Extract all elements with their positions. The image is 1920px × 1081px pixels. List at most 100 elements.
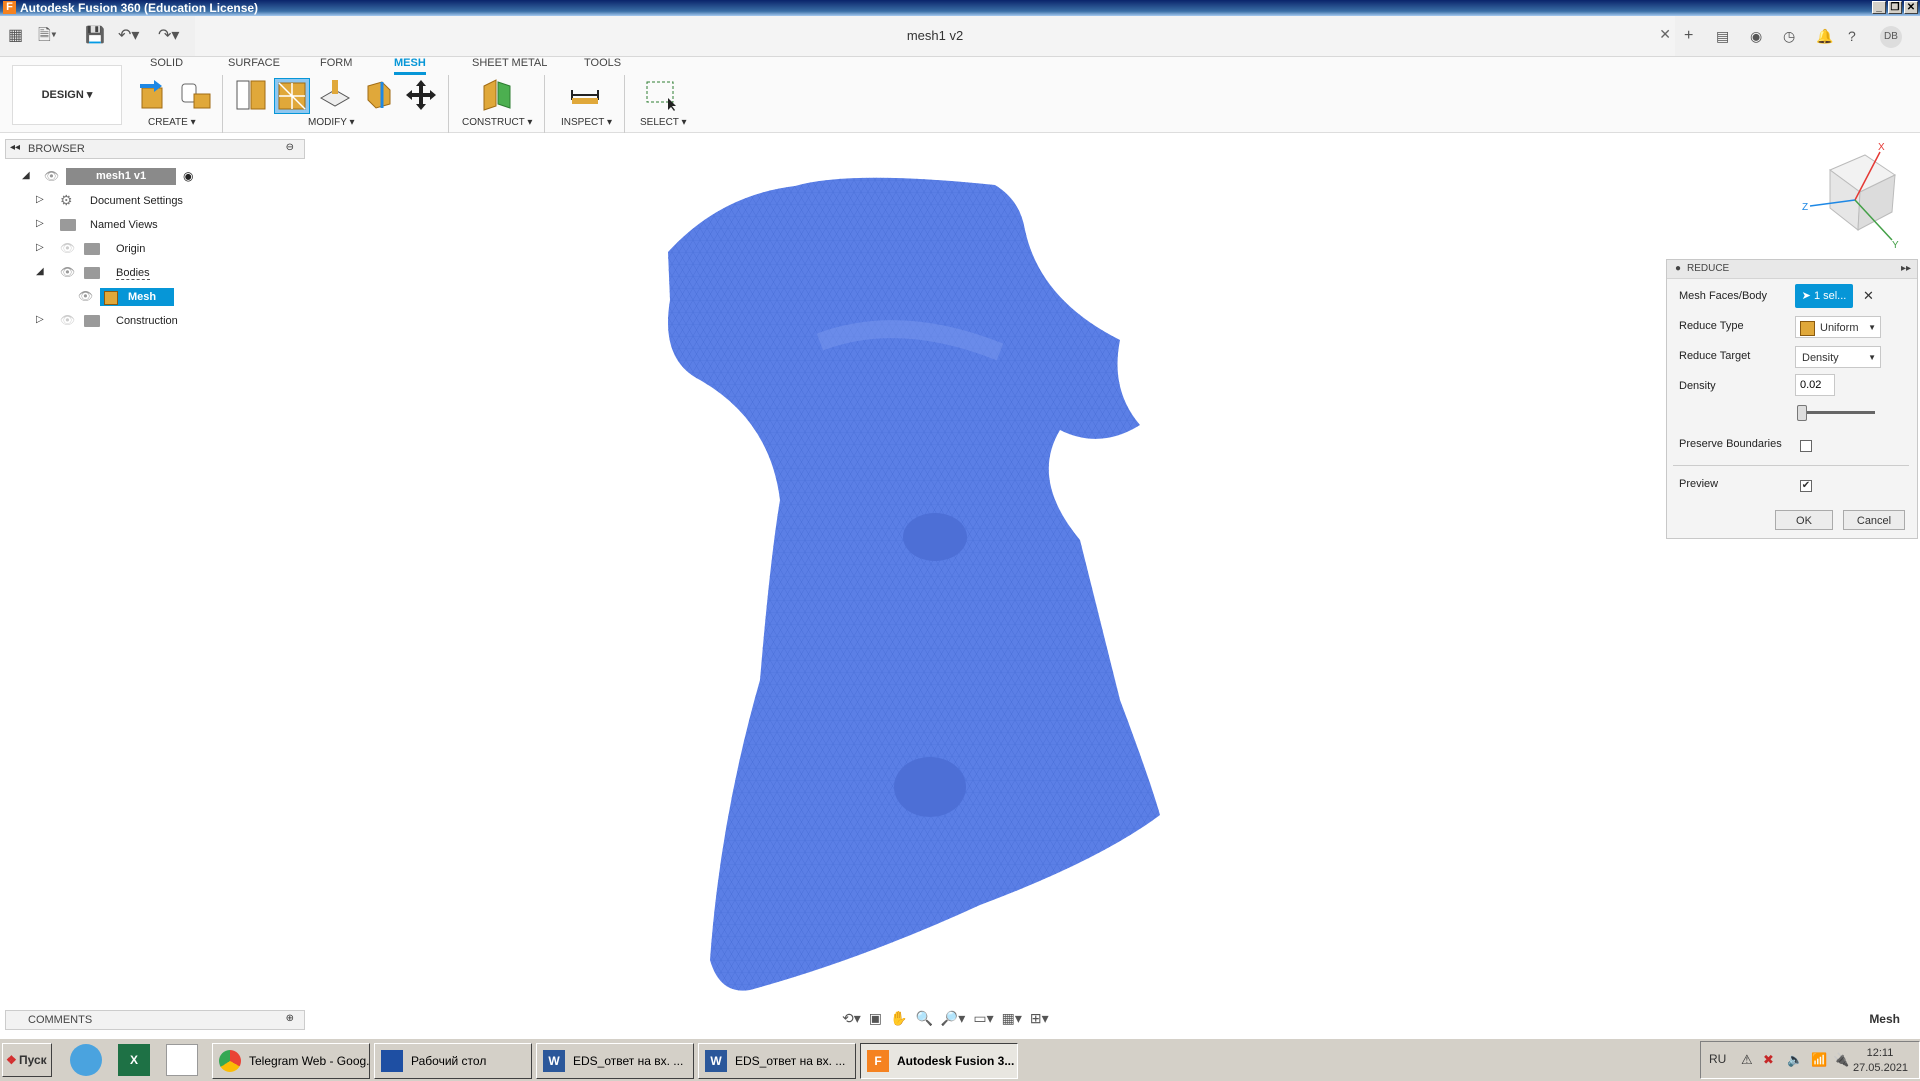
fit-icon[interactable]: 🔎▾ — [941, 1010, 965, 1027]
taskbar-chrome-telegram[interactable]: Telegram Web - Goog... — [212, 1043, 370, 1079]
tab-tools[interactable]: TOOLS — [584, 57, 621, 69]
system-tray: RU ⚠ ✖ 🔈 📶 🔌 12:11 27.05.2021 — [1700, 1041, 1920, 1079]
clock-time: 12:11 — [1866, 1047, 1894, 1059]
ok-button[interactable]: OK — [1775, 510, 1833, 530]
start-button[interactable]: ❖ Пуск — [2, 1043, 52, 1077]
volume-icon[interactable]: 🔈 — [1787, 1052, 1803, 1068]
construct-plane-icon[interactable] — [480, 78, 514, 112]
cursor-icon: ➤ — [1801, 290, 1811, 302]
canvas-viewport[interactable] — [0, 132, 1920, 1002]
viewports-icon[interactable]: ⊞▾ — [1030, 1010, 1049, 1027]
view-cube[interactable]: Z X Y — [1800, 140, 1910, 250]
close-tab-icon[interactable]: ✕ — [1659, 26, 1671, 43]
mesh-faces-label: Mesh Faces/Body — [1679, 290, 1768, 302]
taskbar-word-1[interactable]: W EDS_ответ на вх. ... — [536, 1043, 694, 1079]
help-icon[interactable]: ? — [1848, 26, 1856, 46]
clear-selection-icon[interactable]: ✕ — [1863, 288, 1874, 304]
mesh-body[interactable] — [668, 177, 1160, 991]
mesh-selection-button[interactable]: ➤ 1 sel... — [1795, 284, 1853, 308]
power-icon[interactable]: 🔌 — [1833, 1052, 1849, 1068]
chevron-down-icon: ▼ — [1868, 353, 1876, 362]
document-tab[interactable]: mesh1 v2 ✕ — [195, 16, 1675, 56]
measure-icon[interactable] — [568, 78, 602, 112]
window-select-icon[interactable] — [644, 78, 678, 112]
add-comment-icon[interactable]: ⊕ — [286, 1013, 294, 1024]
modify-group-label[interactable]: MODIFY ▾ — [308, 117, 355, 128]
internet-explorer-icon[interactable] — [70, 1044, 102, 1076]
window-title: Autodesk Fusion 360 (Education License) — [20, 1, 259, 15]
face-group-icon[interactable] — [362, 78, 396, 112]
minimize-button[interactable]: _ — [1872, 1, 1886, 14]
mesh-hole — [894, 757, 966, 817]
reduce-mesh-icon[interactable] — [274, 78, 310, 114]
workspace-label: DESIGN — [41, 89, 84, 101]
inspect-group-label[interactable]: INSPECT ▾ — [561, 117, 612, 128]
reduce-dialog-header[interactable]: ● REDUCE ▸▸ — [1667, 260, 1917, 279]
density-label: Density — [1679, 380, 1716, 392]
density-slider-track[interactable] — [1797, 411, 1875, 414]
documents-icon[interactable] — [166, 1044, 198, 1076]
uniform-icon — [1800, 321, 1815, 336]
clock-icon[interactable]: ◷ — [1783, 26, 1795, 46]
network-icon[interactable]: 📶 — [1811, 1052, 1827, 1068]
clock[interactable]: 12:11 27.05.2021 — [1853, 1046, 1908, 1076]
look-at-icon[interactable]: ▣ — [869, 1010, 882, 1027]
tab-mesh[interactable]: MESH — [394, 57, 426, 75]
zoom-icon[interactable]: 🔍 — [915, 1010, 932, 1027]
notifications-icon[interactable]: 🔔 — [1816, 26, 1833, 46]
ribbon-divider — [448, 75, 449, 133]
taskbar-desktop[interactable]: Рабочий стол — [374, 1043, 532, 1079]
reduce-target-dropdown[interactable]: Density ▼ — [1795, 346, 1881, 368]
orbit-icon[interactable]: ⟲▾ — [842, 1010, 861, 1027]
select-group-label[interactable]: SELECT ▾ — [640, 117, 687, 128]
save-icon[interactable]: 💾 — [85, 26, 105, 46]
undo-icon[interactable]: ↶▾ — [118, 26, 139, 46]
file-menu-icon[interactable]: 🗎▾ — [38, 26, 57, 46]
ribbon-divider — [624, 75, 625, 133]
document-name: mesh1 v2 — [906, 28, 964, 43]
tab-solid[interactable]: SOLID — [150, 57, 183, 69]
language-indicator[interactable]: RU — [1709, 1052, 1726, 1066]
ribbon: SOLID SURFACE FORM MESH SHEET METAL TOOL… — [0, 57, 1920, 133]
preserve-boundaries-checkbox[interactable] — [1800, 440, 1812, 452]
reduce-type-dropdown[interactable]: Uniform ▼ — [1795, 316, 1881, 338]
job-status-icon[interactable]: ▤ — [1716, 26, 1729, 46]
create-form-icon[interactable] — [178, 78, 212, 112]
pan-hand-icon[interactable]: ✋ — [890, 1010, 907, 1027]
excel-icon[interactable]: X — [118, 1044, 150, 1076]
tab-surface[interactable]: SURFACE — [228, 57, 280, 69]
taskbar-word-2[interactable]: W EDS_ответ на вх. ... — [698, 1043, 856, 1079]
workspace-switcher-button[interactable]: DESIGN ▾ — [12, 65, 122, 125]
tab-sheet-metal[interactable]: SHEET METAL — [472, 57, 547, 69]
construct-group-label[interactable]: CONSTRUCT ▾ — [462, 117, 532, 128]
preview-checkbox[interactable]: ✔ — [1800, 480, 1812, 492]
display-settings-icon[interactable]: ▭▾ — [973, 1010, 993, 1027]
grid-settings-icon[interactable]: ▦▾ — [1002, 1010, 1022, 1027]
user-avatar[interactable]: DB — [1880, 26, 1902, 48]
create-group-label[interactable]: CREATE ▾ — [148, 117, 196, 128]
extensions-icon[interactable]: ◉ — [1750, 26, 1762, 46]
taskbar-button-label: EDS_ответ на вх. ... — [735, 1054, 846, 1068]
start-label: Пуск — [19, 1053, 47, 1067]
comments-panel-header[interactable]: COMMENTS ⊕ — [5, 1010, 305, 1030]
move-copy-icon[interactable] — [404, 78, 438, 112]
expand-dialog-icon[interactable]: ▸▸ — [1901, 263, 1911, 274]
new-tab-icon[interactable]: + — [1684, 26, 1693, 46]
taskbar-fusion[interactable]: F Autodesk Fusion 3... — [860, 1043, 1018, 1079]
density-input[interactable] — [1795, 374, 1835, 396]
mesh-section-icon[interactable] — [234, 78, 268, 112]
security-icon[interactable]: ✖ — [1763, 1052, 1774, 1068]
density-slider-handle[interactable] — [1797, 405, 1807, 421]
cancel-button[interactable]: Cancel — [1843, 510, 1905, 530]
app-grid-icon[interactable]: ▦ — [8, 26, 23, 46]
maximize-button[interactable]: ❐ — [1888, 1, 1902, 14]
create-insert-icon[interactable] — [136, 78, 170, 112]
warning-icon[interactable]: ⚠ — [1741, 1052, 1753, 1068]
navigation-bar: ⟲▾ ▣ ✋ 🔍 🔎▾ ▭▾ ▦▾ ⊞▾ — [842, 1010, 1049, 1027]
plane-cut-icon[interactable] — [318, 78, 352, 112]
redo-icon[interactable]: ↷▾ — [158, 26, 179, 46]
comments-title: COMMENTS — [28, 1014, 93, 1026]
svg-text:X: X — [1878, 142, 1885, 153]
close-window-button[interactable]: ✕ — [1904, 1, 1918, 14]
tab-form[interactable]: FORM — [320, 57, 352, 69]
